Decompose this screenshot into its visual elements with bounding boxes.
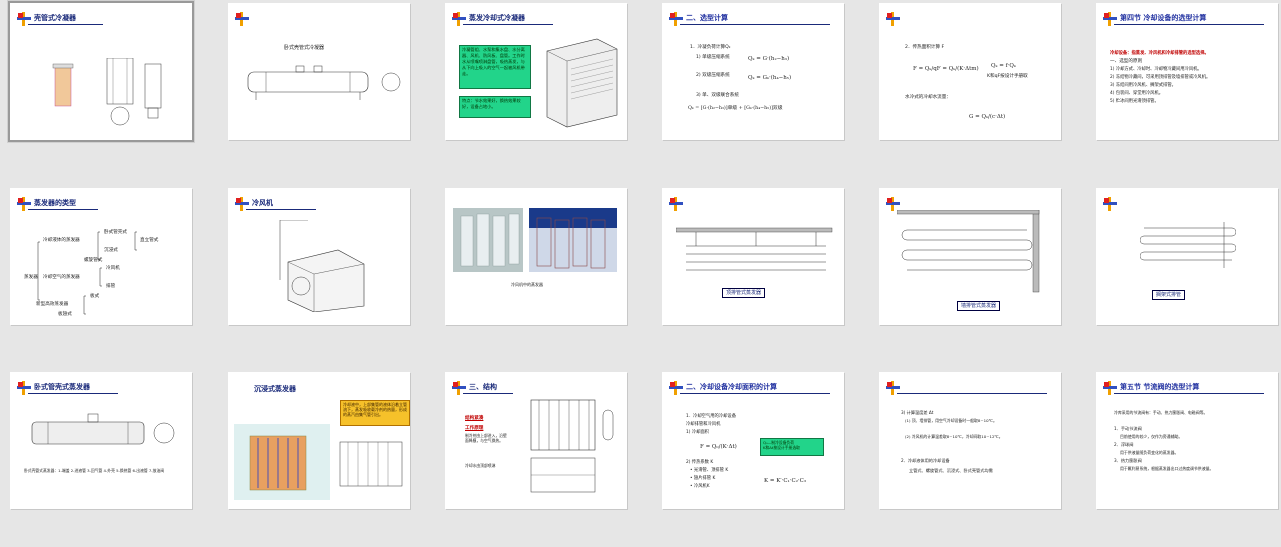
diagram-label: 墙排管式蒸发器 [957, 301, 1001, 311]
slide-caption: 卧式壳管式冷凝器 [284, 45, 325, 51]
slide-thumbnail-14[interactable]: 沉浸式蒸发器 冷却液中，上部集管的液体沿着立管流下，蒸发吸收载冷剂的热量，形成的… [228, 372, 410, 509]
horizontal-condenser-drawing [247, 65, 401, 100]
wall-coil-drawing [897, 210, 1040, 293]
condenser-drawing [52, 58, 162, 126]
evaporative-condenser-drawing [546, 38, 618, 128]
note-box: Q₀—制冷设备负荷 K和Δt按设计手册选取 [760, 438, 824, 456]
note-box: 特点：节水效果好，换热效果较好，设备占地小。 [459, 96, 531, 118]
slide-caption: 冷风机中的蒸发器 [511, 282, 543, 287]
slide-title: 二、冷却设备冷却面积的计算 [686, 383, 777, 391]
logo-icon [886, 12, 900, 26]
shell-tube-evaporator-drawing [31, 413, 175, 445]
logo-icon [669, 197, 683, 211]
slide-title: 沉浸式蒸发器 [254, 385, 296, 393]
slide-thumbnail-10[interactable]: 顶排管式蒸发器 [662, 188, 844, 325]
diagram-label: 搁架式排管 [1152, 290, 1186, 300]
slide-thumbnail-6[interactable]: 第四节 冷却设备的选型计算 冷却设备：指蒸发、冷风机和冷却排管的选型选择。 一、… [1096, 3, 1278, 140]
slide-thumbnail-4[interactable]: 二、选型计算 1．冷凝负荷计算Qₖ 1) 单级压缩系统 Qₖ = G·(h₂−h… [662, 3, 844, 140]
slide-title: 第四节 冷却设备的选型计算 [1120, 14, 1207, 22]
slide-sorter-grid: 壳管式冷凝器 卧式壳管式冷凝器 蒸发冷却式冷凝器 冷凝管组、水泵和集水盘、水分离… [0, 0, 1281, 547]
slide-title: 三、结构 [469, 383, 497, 391]
slide-title: 第五节 节流阀的选型计算 [1120, 383, 1200, 391]
classification-braces [37, 231, 137, 315]
slide-thumbnail-15[interactable]: 三、结构 结构紧凑 工作原理 制冷剂由上部进入，沿壁面降膜，与空气换热。 冷却水… [445, 372, 627, 509]
note-box: 冷凝管组、水泵和集水盘、水分离器、风机、防风板、盘管。工作时水从喷嘴喷淋盘管，吸… [459, 45, 531, 89]
slide-thumbnail-7[interactable]: 蒸发器的类型 冷却液体的蒸发器 卧式管壳式 直立管式 沉浸式 螺旋管式 蒸发器 … [10, 188, 192, 325]
slide-title: 壳管式冷凝器 [34, 14, 76, 22]
slide-thumbnail-13[interactable]: 卧式管壳式蒸发器 卧式壳管式蒸发器：1-端盖 2-进液管 3-回气管 4-外壳 … [10, 372, 192, 509]
evaporator-photos [453, 208, 617, 272]
slide-thumbnail-8[interactable]: 冷风机 [228, 188, 410, 325]
slide-caption: 卧式壳管式蒸发器：1-端盖 2-进液管 3-回气管 4-外壳 5-换热管 6-出… [24, 468, 165, 473]
slide-title: 冷风机 [252, 199, 273, 207]
slide-thumbnail-1[interactable]: 壳管式冷凝器 [8, 1, 194, 142]
ceiling-coil-drawing [676, 227, 833, 271]
diagram-label: 顶排管式蒸发器 [722, 288, 766, 298]
slide-thumbnail-3[interactable]: 蒸发冷却式冷凝器 冷凝管组、水泵和集水盘、水分离器、风机、防风板、盘管。工作时水… [445, 3, 627, 140]
slide-title: 二、选型计算 [686, 14, 728, 22]
slide-title: 蒸发冷却式冷凝器 [469, 14, 525, 22]
logo-icon [1103, 197, 1117, 211]
slide-title: 卧式管壳式蒸发器 [34, 383, 90, 391]
immersion-evaporator-drawing [234, 424, 403, 500]
slide-thumbnail-11[interactable]: 墙排管式蒸发器 [879, 188, 1061, 325]
slide-thumbnail-16[interactable]: 二、冷却设备冷却面积的计算 1．冷却空气用的冷却设备 冷却排管和冷风机 1) 冷… [662, 372, 844, 509]
slide-thumbnail-12[interactable]: 搁架式排管 [1096, 188, 1278, 325]
slide-thumbnail-5[interactable]: 2．传热面积计算 F F = Qₖ/qF = Qₖ/(K·Δtm) Qₖ = f… [879, 3, 1061, 140]
slide-thumbnail-17[interactable]: 3) 计算温度差 Δt (1) 顶、墙排管，用空气冷却设备时一般取8~10℃。 … [879, 372, 1061, 509]
air-cooler-drawing [279, 220, 365, 312]
slide-thumbnail-9[interactable]: 冷风机中的蒸发器 [445, 188, 627, 325]
slide-thumbnail-2[interactable]: 卧式壳管式冷凝器 [228, 3, 410, 140]
logo-icon [886, 197, 900, 211]
structure-drawing [530, 399, 614, 493]
shelf-coil-drawing [1140, 222, 1236, 268]
logo-icon [235, 12, 249, 26]
slide-thumbnail-18[interactable]: 第五节 节流阀的选型计算 冷库采用的节流阀有：手动、热力膨胀阀、电磁阀等。 1．… [1096, 372, 1278, 509]
